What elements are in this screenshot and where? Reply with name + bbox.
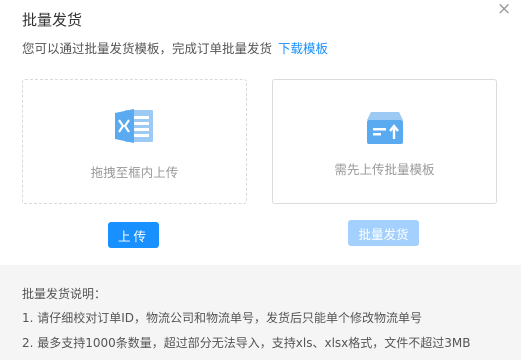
dialog-title: 批量发货 xyxy=(22,11,83,29)
batch-ship-button[interactable]: 批量发货 xyxy=(348,220,419,246)
download-template-link[interactable]: 下载模板 xyxy=(278,41,328,56)
upload-button[interactable]: 上传 xyxy=(108,222,159,248)
template-area: 需先上传批量模板 xyxy=(272,79,497,204)
template-hint: 需先上传批量模板 xyxy=(334,162,435,177)
upload-hint: 拖拽至框内上传 xyxy=(90,165,179,180)
description-text: 您可以通过批量发货模板，完成订单批量发货 xyxy=(22,41,273,56)
instructions-heading: 批量发货说明： xyxy=(22,287,107,301)
instruction-item: 2. 最多支持1000条数量，超过部分无法导入，支持xls、xlsx格式，文件不… xyxy=(22,336,471,350)
instructions-panel: 批量发货说明： 1. 请仔细校对订单ID，物流公司和物流单号，发货后只能单个修改… xyxy=(0,265,521,360)
excel-file-icon xyxy=(114,109,153,143)
upload-drop-zone[interactable]: 拖拽至框内上传 xyxy=(22,79,247,204)
instruction-item: 1. 请仔细校对订单ID，物流公司和物流单号，发货后只能单个修改物流单号 xyxy=(22,311,423,325)
batch-ship-icon xyxy=(366,112,403,144)
dialog-description: 您可以通过批量发货模板，完成订单批量发货 下载模板 xyxy=(22,38,328,57)
batch-ship-dialog: 批量发货 × 您可以通过批量发货模板，完成订单批量发货 下载模板 拖拽至框内上传 … xyxy=(0,0,521,360)
close-icon[interactable]: × xyxy=(497,1,511,18)
